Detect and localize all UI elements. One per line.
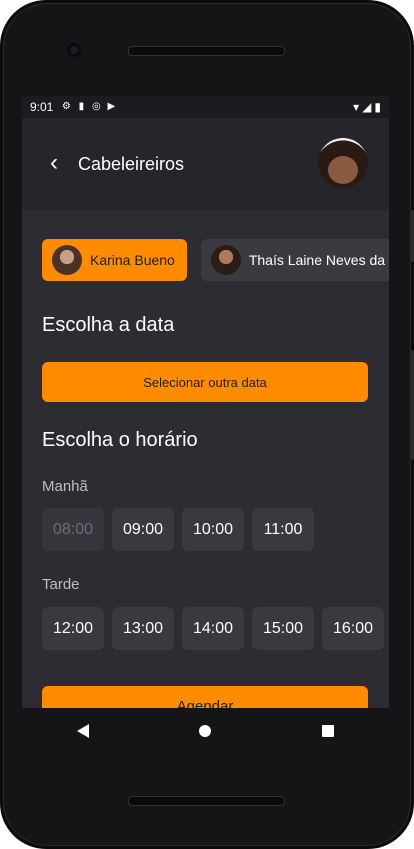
- front-camera: [67, 43, 81, 57]
- bottom-speaker: [128, 796, 285, 806]
- time-slot[interactable]: 13:00: [112, 607, 174, 650]
- user-avatar[interactable]: [318, 138, 368, 188]
- battery-icon: ▮: [374, 100, 381, 114]
- professional-avatar: [210, 245, 241, 275]
- gear-icon: ⚙: [61, 101, 71, 112]
- at-icon: ◎: [91, 101, 101, 112]
- time-slot[interactable]: 15:00: [252, 607, 314, 650]
- power-button: [410, 210, 414, 262]
- professional-chip-thais[interactable]: Thaís Laine Neves da S: [200, 239, 389, 281]
- sd-card-icon: ▮: [78, 101, 85, 112]
- status-right: ▾ ◢ ▮: [353, 100, 381, 114]
- app-bar: ‹ Cabeleireiros: [22, 118, 389, 210]
- schedule-button[interactable]: Agendar: [42, 686, 368, 708]
- date-section-title: Escolha a data: [42, 314, 175, 336]
- morning-slots: 08:00 09:00 10:00 11:00: [42, 508, 314, 551]
- time-slot[interactable]: 11:00: [252, 508, 314, 551]
- time-slot[interactable]: 14:00: [182, 607, 244, 650]
- play-store-icon: ▶: [107, 101, 116, 112]
- phone-frame: 9:01 ⚙ ▮ ◎ ▶ ▾ ◢ ▮ ‹ Cabeleireiros Karin…: [0, 0, 414, 849]
- professional-chips: Karina Bueno Thaís Laine Neves da S: [42, 239, 389, 281]
- status-time: 9:01: [30, 100, 54, 114]
- nav-home-icon[interactable]: [199, 725, 212, 737]
- time-slot[interactable]: 09:00: [112, 508, 174, 551]
- nav-back-icon[interactable]: [77, 724, 90, 738]
- time-slot: 08:00: [42, 508, 104, 551]
- time-section-title: Escolha o horário: [42, 429, 198, 451]
- afternoon-label: Tarde: [42, 576, 80, 593]
- earpiece-speaker: [128, 46, 285, 56]
- time-slot[interactable]: 16:00: [322, 607, 384, 650]
- professional-name: Karina Bueno: [90, 252, 175, 268]
- professional-chip-karina[interactable]: Karina Bueno: [42, 239, 187, 281]
- screen: 9:01 ⚙ ▮ ◎ ▶ ▾ ◢ ▮ ‹ Cabeleireiros Karin…: [22, 96, 389, 708]
- status-bar: 9:01 ⚙ ▮ ◎ ▶ ▾ ◢ ▮: [22, 96, 389, 118]
- page-title: Cabeleireiros: [78, 154, 185, 174]
- professional-avatar: [52, 245, 82, 275]
- system-nav-bar: [22, 708, 389, 754]
- select-date-button[interactable]: Selecionar outra data: [42, 362, 368, 402]
- nav-recents-icon[interactable]: [321, 725, 334, 737]
- afternoon-slots: 12:00 13:00 14:00 15:00 16:00: [42, 607, 384, 650]
- volume-button: [410, 350, 414, 460]
- chevron-left-icon: ‹: [50, 149, 58, 176]
- time-slot[interactable]: 10:00: [182, 508, 244, 551]
- wifi-icon: ▾: [353, 100, 360, 114]
- morning-label: Manhã: [42, 478, 88, 495]
- time-slot[interactable]: 12:00: [42, 607, 104, 650]
- professional-name: Thaís Laine Neves da S: [248, 252, 389, 268]
- back-button[interactable]: ‹: [40, 148, 68, 178]
- status-icons: ⚙ ▮ ◎ ▶: [61, 102, 116, 112]
- signal-icon: ◢: [362, 100, 372, 114]
